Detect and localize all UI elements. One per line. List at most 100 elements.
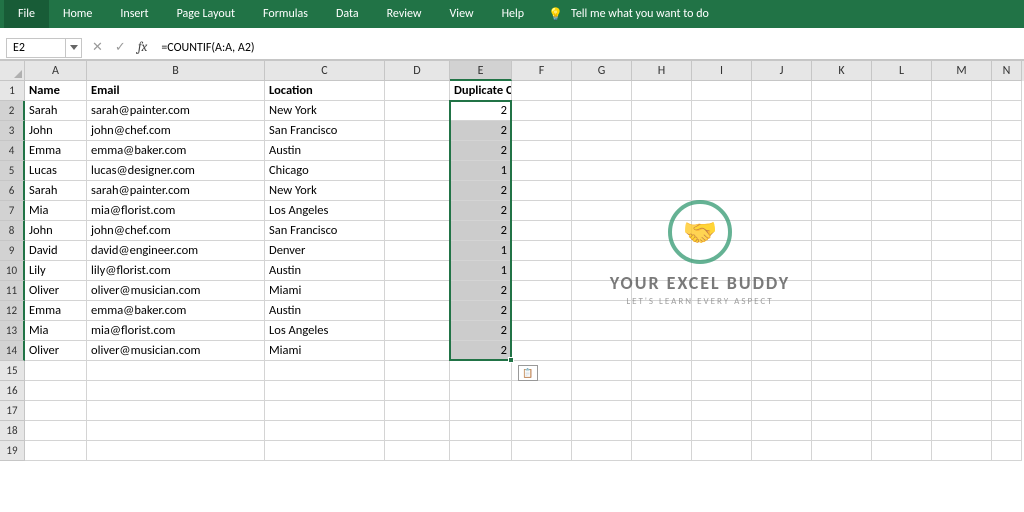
cell-A1[interactable]: Name xyxy=(25,81,87,101)
cell-H15[interactable] xyxy=(632,361,692,381)
cell-M14[interactable] xyxy=(932,341,992,361)
cell-G4[interactable] xyxy=(572,141,632,161)
cell-E13[interactable]: 2 xyxy=(450,321,512,341)
cell-F6[interactable] xyxy=(512,181,572,201)
cell-G11[interactable] xyxy=(572,281,632,301)
cell-I3[interactable] xyxy=(692,121,752,141)
cell-A4[interactable]: Emma xyxy=(25,141,87,161)
cell-I19[interactable] xyxy=(692,441,752,461)
row-header-13[interactable]: 13 xyxy=(0,321,25,341)
row-header-12[interactable]: 12 xyxy=(0,301,25,321)
cell-M12[interactable] xyxy=(932,301,992,321)
cell-G14[interactable] xyxy=(572,341,632,361)
cell-G6[interactable] xyxy=(572,181,632,201)
cell-L19[interactable] xyxy=(872,441,932,461)
cell-N5[interactable] xyxy=(992,161,1022,181)
cell-J17[interactable] xyxy=(752,401,812,421)
cell-G7[interactable] xyxy=(572,201,632,221)
cell-B12[interactable]: emma@baker.com xyxy=(87,301,265,321)
cell-K10[interactable] xyxy=(812,261,872,281)
cell-M5[interactable] xyxy=(932,161,992,181)
cell-I1[interactable] xyxy=(692,81,752,101)
cell-B17[interactable] xyxy=(87,401,265,421)
cell-F12[interactable] xyxy=(512,301,572,321)
cell-E6[interactable]: 2 xyxy=(450,181,512,201)
cell-J6[interactable] xyxy=(752,181,812,201)
cell-I2[interactable] xyxy=(692,101,752,121)
cell-G2[interactable] xyxy=(572,101,632,121)
cell-F9[interactable] xyxy=(512,241,572,261)
cell-K4[interactable] xyxy=(812,141,872,161)
cell-M7[interactable] xyxy=(932,201,992,221)
cell-grid[interactable]: NameEmailLocationDuplicate CheckSarahsar… xyxy=(25,81,1022,461)
ribbon-tab-review[interactable]: Review xyxy=(373,0,436,28)
cell-L3[interactable] xyxy=(872,121,932,141)
cell-A13[interactable]: Mia xyxy=(25,321,87,341)
cell-G16[interactable] xyxy=(572,381,632,401)
row-header-11[interactable]: 11 xyxy=(0,281,25,301)
cell-I8[interactable] xyxy=(692,221,752,241)
row-header-2[interactable]: 2 xyxy=(0,101,25,121)
cell-K5[interactable] xyxy=(812,161,872,181)
cell-F2[interactable] xyxy=(512,101,572,121)
col-header-A[interactable]: A xyxy=(25,61,87,81)
cell-F10[interactable] xyxy=(512,261,572,281)
cell-C19[interactable] xyxy=(265,441,385,461)
cell-L11[interactable] xyxy=(872,281,932,301)
cell-L13[interactable] xyxy=(872,321,932,341)
cell-K17[interactable] xyxy=(812,401,872,421)
cell-M19[interactable] xyxy=(932,441,992,461)
cell-L2[interactable] xyxy=(872,101,932,121)
cell-H6[interactable] xyxy=(632,181,692,201)
cell-N18[interactable] xyxy=(992,421,1022,441)
cell-H2[interactable] xyxy=(632,101,692,121)
cell-L9[interactable] xyxy=(872,241,932,261)
cell-H8[interactable] xyxy=(632,221,692,241)
cell-H9[interactable] xyxy=(632,241,692,261)
cell-L12[interactable] xyxy=(872,301,932,321)
cell-N8[interactable] xyxy=(992,221,1022,241)
cell-N19[interactable] xyxy=(992,441,1022,461)
cell-M2[interactable] xyxy=(932,101,992,121)
ribbon-tab-help[interactable]: Help xyxy=(488,0,539,28)
cell-F4[interactable] xyxy=(512,141,572,161)
cell-F5[interactable] xyxy=(512,161,572,181)
cell-L4[interactable] xyxy=(872,141,932,161)
cell-A2[interactable]: Sarah xyxy=(25,101,87,121)
cell-C10[interactable]: Austin xyxy=(265,261,385,281)
cell-L1[interactable] xyxy=(872,81,932,101)
cell-C11[interactable]: Miami xyxy=(265,281,385,301)
cell-H3[interactable] xyxy=(632,121,692,141)
cell-N10[interactable] xyxy=(992,261,1022,281)
cell-J12[interactable] xyxy=(752,301,812,321)
cell-D16[interactable] xyxy=(385,381,450,401)
cell-E4[interactable]: 2 xyxy=(450,141,512,161)
cell-A8[interactable]: John xyxy=(25,221,87,241)
cell-D17[interactable] xyxy=(385,401,450,421)
cell-A19[interactable] xyxy=(25,441,87,461)
cell-D6[interactable] xyxy=(385,181,450,201)
enter-icon[interactable]: ✓ xyxy=(115,40,126,55)
cell-L14[interactable] xyxy=(872,341,932,361)
cell-H5[interactable] xyxy=(632,161,692,181)
fill-handle[interactable] xyxy=(508,357,514,363)
cell-N1[interactable] xyxy=(992,81,1022,101)
cell-B7[interactable]: mia@florist.com xyxy=(87,201,265,221)
cell-F3[interactable] xyxy=(512,121,572,141)
cell-A7[interactable]: Mia xyxy=(25,201,87,221)
cell-F16[interactable] xyxy=(512,381,572,401)
cell-C5[interactable]: Chicago xyxy=(265,161,385,181)
cell-C4[interactable]: Austin xyxy=(265,141,385,161)
cell-I6[interactable] xyxy=(692,181,752,201)
cell-K15[interactable] xyxy=(812,361,872,381)
cell-E12[interactable]: 2 xyxy=(450,301,512,321)
cell-F13[interactable] xyxy=(512,321,572,341)
cell-K11[interactable] xyxy=(812,281,872,301)
cell-E10[interactable]: 1 xyxy=(450,261,512,281)
col-header-C[interactable]: C xyxy=(265,61,385,81)
cell-C16[interactable] xyxy=(265,381,385,401)
cell-L18[interactable] xyxy=(872,421,932,441)
cell-L5[interactable] xyxy=(872,161,932,181)
cell-C6[interactable]: New York xyxy=(265,181,385,201)
cell-L7[interactable] xyxy=(872,201,932,221)
